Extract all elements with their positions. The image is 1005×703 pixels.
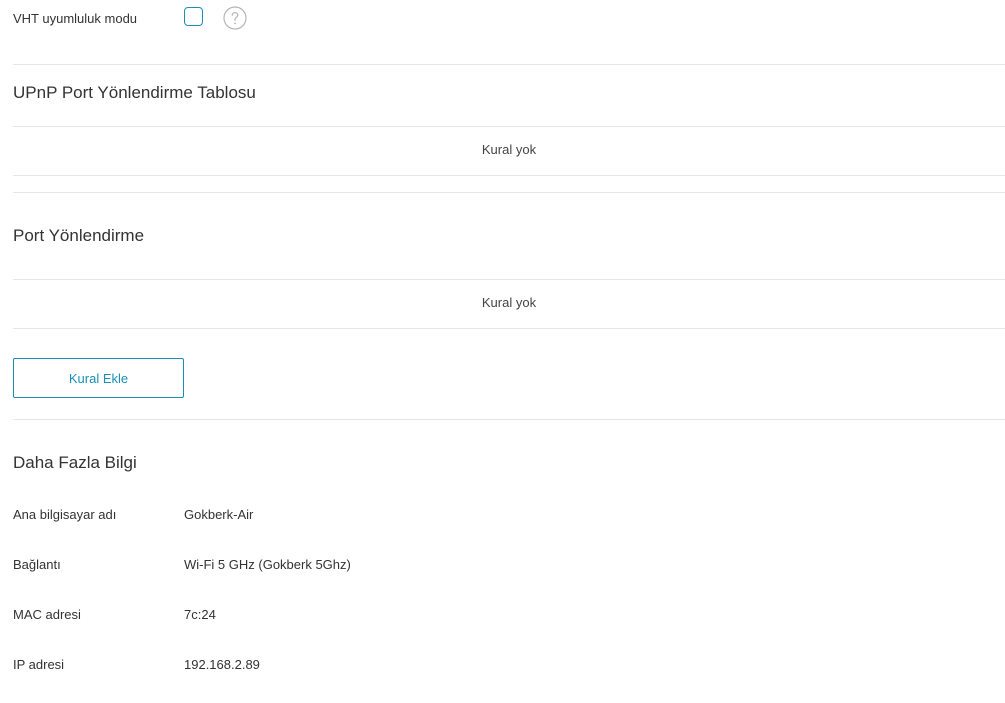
ip-address-value: 192.168.2.89 (184, 657, 260, 672)
host-name-value: Gokberk-Air (184, 507, 254, 522)
add-rule-button[interactable]: Kural Ekle (13, 358, 184, 398)
port-forwarding-empty-text: Kural yok (481, 295, 537, 310)
divider-6 (13, 328, 1005, 329)
divider-1 (13, 64, 1005, 65)
divider-7 (13, 419, 1005, 420)
divider-5 (13, 279, 1005, 280)
mac-address-label: MAC adresi (13, 607, 81, 622)
vht-compat-checkbox[interactable] (184, 7, 203, 26)
connection-value: Wi-Fi 5 GHz (Gokberk 5Ghz) (184, 557, 351, 572)
host-name-label: Ana bilgisayar adı (13, 507, 117, 522)
ip-address-label: IP adresi (13, 657, 65, 672)
mac-address-value: 7c:2⁠4 (184, 607, 216, 622)
vht-compat-label: VHT uyumluluk modu (13, 11, 138, 26)
port-forwarding-title: Port Yönlendirme (13, 226, 145, 245)
more-info-title: Daha Fazla Bilgi (13, 453, 137, 472)
divider-3 (13, 175, 1005, 176)
vht-compat-row: VHT uyumluluk modu (13, 0, 993, 38)
upnp-empty-text: Kural yok (481, 142, 537, 157)
connection-label: Bağlantı (13, 557, 61, 572)
question-circle-icon[interactable] (223, 6, 247, 30)
divider-2 (13, 126, 1005, 127)
upnp-table-title: UPnP Port Yönlendirme Tablosu (13, 83, 256, 102)
divider-4 (13, 192, 1005, 193)
